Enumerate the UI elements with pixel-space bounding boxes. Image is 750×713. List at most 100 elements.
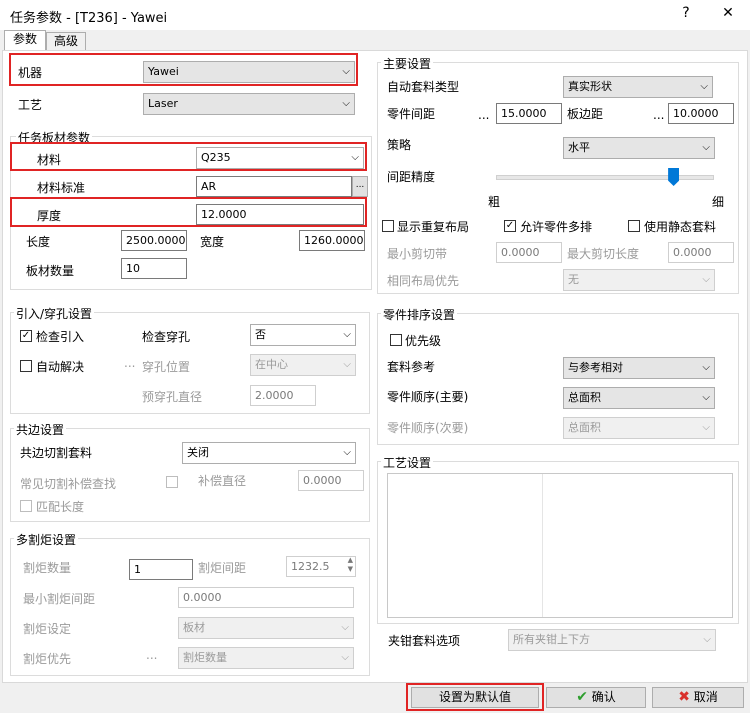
prepierce-dia-label: 预穿孔直径 — [142, 390, 203, 404]
pierce-pos-value: 在中心 — [255, 358, 288, 371]
torch-spacing-value: 1232.5 — [291, 560, 330, 573]
common-edge-group-title: 共边设置 — [14, 421, 67, 438]
pierce-pos-label: 穿孔位置 — [142, 360, 191, 374]
same-layout-select[interactable]: 无 ⌵ — [563, 269, 715, 291]
check-leadin-checkbox[interactable]: ✓ — [20, 330, 32, 342]
highlight-set-default — [406, 683, 544, 711]
check-pierce-select[interactable]: 否 ⌵ — [250, 324, 356, 346]
max-cut-field[interactable]: 0.0000 — [668, 242, 734, 263]
auto-nest-type-select[interactable]: 真实形状 ⌵ — [563, 76, 713, 98]
show-repeat-checkbox[interactable] — [382, 220, 394, 232]
torch-setting-value: 板材 — [183, 621, 205, 634]
window-title: 任务参数 - [T236] - Yawei — [10, 11, 168, 26]
chevron-down-icon: ⌵ — [702, 142, 710, 153]
width-field[interactable]: 1260.0000 — [299, 230, 365, 251]
min-cut-field[interactable]: 0.0000 — [496, 242, 562, 263]
min-spacing-field[interactable]: 0.0000 — [178, 587, 354, 608]
tab-params[interactable]: 参数 — [4, 30, 46, 51]
clamp-value: 所有夹钳上下方 — [513, 633, 590, 646]
sheet-count-field[interactable]: 10 — [121, 258, 187, 279]
chevron-down-icon: ⌵ — [702, 274, 710, 285]
clamp-select[interactable]: 所有夹钳上下方 ⌵ — [508, 629, 716, 651]
chevron-down-icon: ⌵ — [703, 634, 711, 645]
torch-priority-select[interactable]: 割炬数量 ⌵ — [178, 647, 354, 669]
match-len-checkbox[interactable] — [20, 500, 32, 512]
show-repeat-label: 显示重复布局 — [397, 220, 470, 234]
process-value: Laser — [148, 97, 178, 110]
chevron-down-icon: ⌵ — [702, 362, 710, 373]
process-select[interactable]: Laser ⌵ — [143, 93, 355, 115]
close-button[interactable]: ✕ — [718, 5, 738, 21]
allow-multi-label: 允许零件多排 — [520, 220, 593, 234]
chevron-down-icon: ⌵ — [343, 447, 351, 458]
prepierce-dia-field[interactable]: 2.0000 — [250, 385, 316, 406]
edge-spacing-field[interactable]: 10.0000 — [668, 103, 734, 124]
torch-group-title: 多割炬设置 — [14, 531, 79, 548]
use-static-label: 使用静态套料 — [644, 220, 717, 234]
process-label: 工艺 — [18, 98, 43, 112]
part-spacing-field[interactable]: 15.0000 — [496, 103, 562, 124]
width-label: 宽度 — [200, 235, 225, 249]
auto-resolve-dots[interactable]: ... — [124, 356, 135, 370]
torch-spacing-field[interactable]: 1232.5 ▲ ▼ — [286, 556, 356, 577]
cancel-label: 取消 — [693, 690, 718, 704]
torch-count-label: 割炬数量 — [23, 561, 72, 575]
ok-button[interactable]: ✔ 确认 — [546, 687, 646, 708]
material-std-field[interactable]: AR — [196, 176, 352, 197]
torch-priority-label: 割炬优先 — [23, 652, 72, 666]
main-settings-title: 主要设置 — [381, 55, 434, 72]
min-cut-label: 最小剪切带 — [387, 247, 448, 261]
tab-advanced[interactable]: 高级 — [46, 32, 86, 50]
strategy-select[interactable]: 水平 ⌵ — [563, 137, 715, 159]
process-settings-list[interactable] — [387, 473, 733, 618]
list-column-divider — [542, 474, 543, 617]
edge-spacing-label: 板边距 — [567, 107, 604, 121]
length-field[interactable]: 2500.0000 — [121, 230, 187, 251]
chevron-down-icon: ⌵ — [702, 392, 710, 403]
match-len-label: 匹配长度 — [36, 500, 85, 514]
auto-resolve-checkbox[interactable] — [20, 360, 32, 372]
chevron-down-icon: ⌵ — [343, 359, 351, 370]
leadin-group-title: 引入/穿孔设置 — [14, 305, 95, 322]
comp-search-label: 常见切割补偿查找 — [20, 477, 117, 491]
spinner-arrows-icon[interactable]: ▲ ▼ — [348, 556, 353, 574]
comp-dia-field[interactable]: 0.0000 — [298, 470, 364, 491]
torch-setting-select[interactable]: 板材 ⌵ — [178, 617, 354, 639]
part-spacing-dots[interactable]: ... — [478, 108, 489, 122]
allow-multi-checkbox[interactable]: ✓ — [504, 220, 516, 232]
highlight-thickness — [10, 197, 367, 227]
x-icon: ✖ — [678, 689, 690, 705]
nest-ref-select[interactable]: 与参考相对 ⌵ — [563, 357, 715, 379]
order-sec-select[interactable]: 总面积 ⌵ — [563, 417, 715, 439]
order-main-value: 总面积 — [568, 391, 601, 404]
chevron-down-icon: ⌵ — [343, 329, 351, 340]
use-static-checkbox[interactable] — [628, 220, 640, 232]
process-settings-title: 工艺设置 — [381, 454, 434, 471]
sheet-count-label: 板材数量 — [26, 264, 75, 278]
check-pierce-label: 检查穿孔 — [142, 330, 191, 344]
torch-count-field[interactable]: 1 — [129, 559, 193, 580]
order-main-select[interactable]: 总面积 ⌵ — [563, 387, 715, 409]
pierce-pos-select[interactable]: 在中心 ⌵ — [250, 354, 356, 376]
comp-dia-label: 补偿直径 — [198, 474, 247, 488]
order-main-label: 零件顺序(主要) — [387, 390, 469, 404]
same-layout-label: 相同布局优先 — [387, 274, 460, 288]
part-spacing-label: 零件间距 — [387, 107, 436, 121]
same-layout-value: 无 — [568, 273, 579, 286]
highlight-material — [10, 142, 367, 171]
title-bar: 任务参数 - [T236] - Yawei ? ✕ — [0, 0, 750, 30]
strategy-value: 水平 — [568, 141, 590, 154]
common-cut-select[interactable]: 关闭 ⌵ — [182, 442, 356, 464]
comp-search-checkbox[interactable] — [166, 476, 178, 488]
edge-spacing-dots[interactable]: ... — [653, 108, 664, 122]
common-cut-value: 关闭 — [187, 446, 209, 459]
precision-label: 间距精度 — [387, 170, 436, 184]
torch-priority-dots[interactable]: ... — [146, 648, 157, 662]
help-button[interactable]: ? — [676, 5, 696, 21]
precision-slider-track[interactable] — [496, 175, 714, 180]
cancel-button[interactable]: ✖ 取消 — [652, 687, 744, 708]
priority-checkbox[interactable] — [390, 334, 402, 346]
material-std-browse-button[interactable]: ... — [352, 176, 368, 197]
torch-priority-value: 割炬数量 — [183, 651, 227, 664]
order-sec-value: 总面积 — [568, 421, 601, 434]
